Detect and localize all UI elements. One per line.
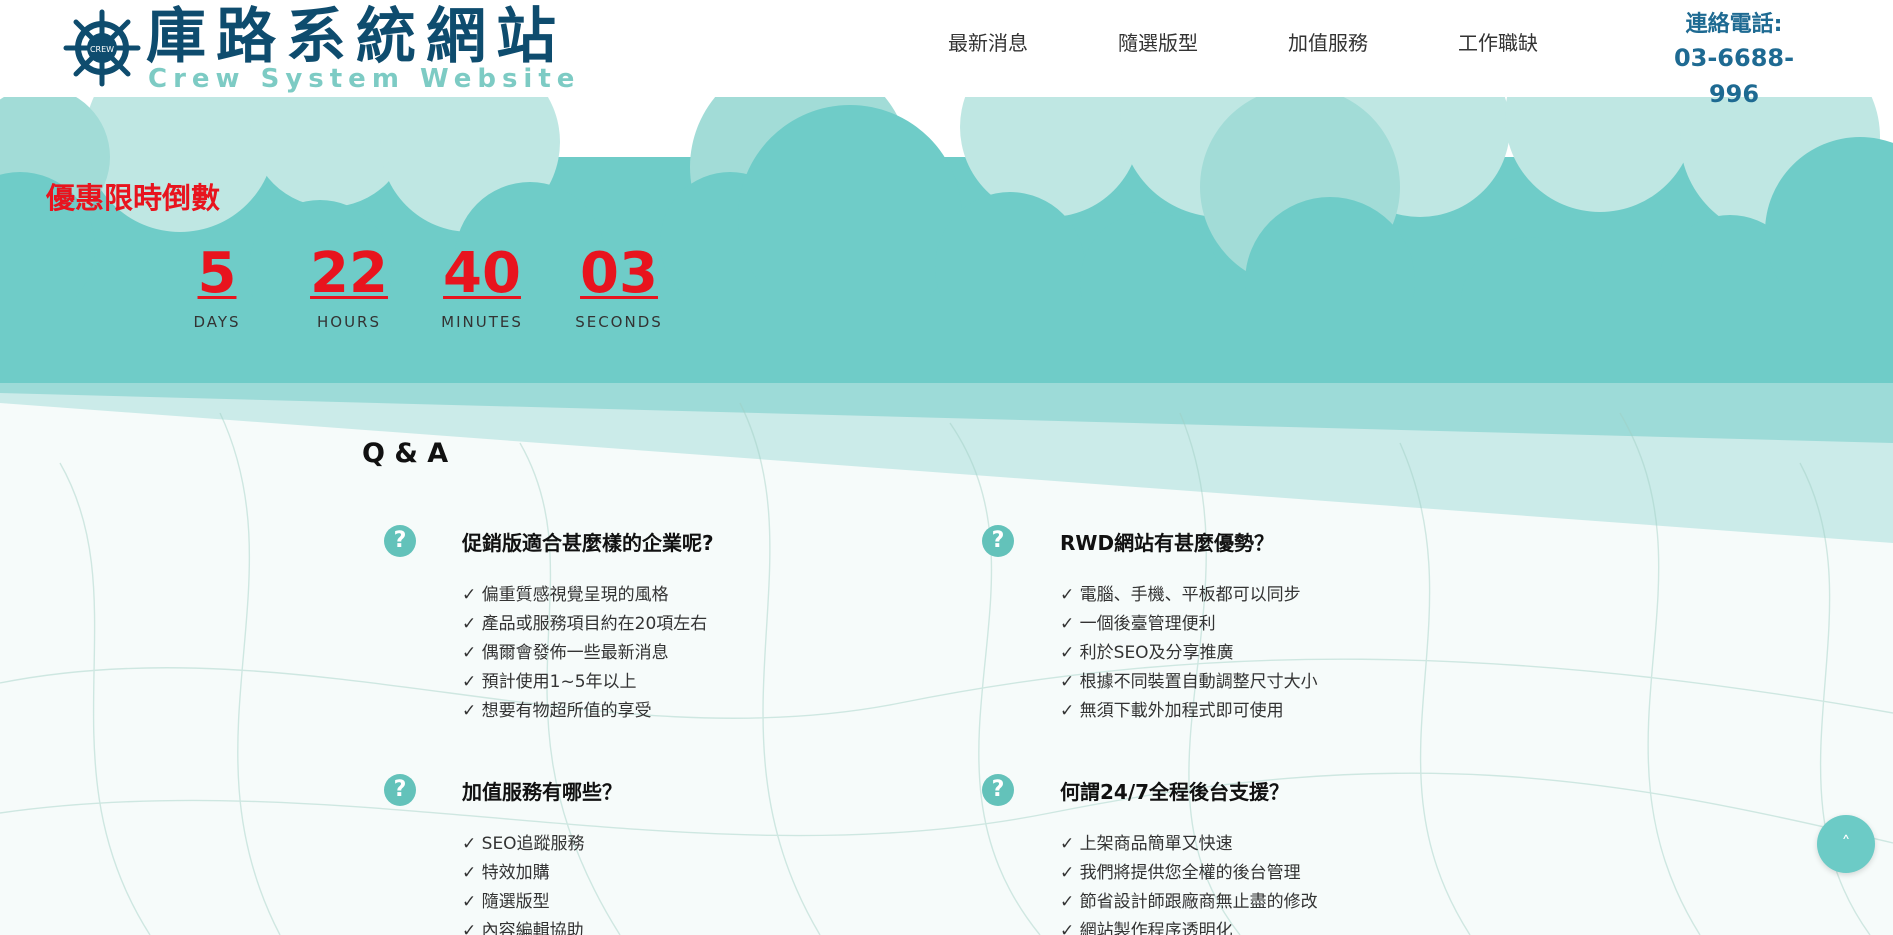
- qa-question: 何謂24/7全程後台支援？: [1060, 780, 1290, 804]
- countdown-value: 22: [310, 241, 388, 306]
- qa-answer: ✓ 上架商品簡單又快速: [1060, 834, 1233, 854]
- countdown-value: 5: [197, 241, 237, 306]
- qa-answer: ✓ 想要有物超所值的享受: [462, 701, 652, 721]
- countdown-minutes: 40 MINUTES: [412, 241, 552, 332]
- qa-section: Q & A ? 促銷版適合甚麼樣的企業呢? ✓ 偏重質感視覺呈現的風格 ✓ 產品…: [0, 383, 1893, 935]
- qa-answer: ✓ 預計使用1~5年以上: [462, 672, 637, 692]
- qa-answer: ✓ 產品或服務項目約在20項左右: [462, 614, 708, 634]
- qa-answer: ✓ 利於SEO及分享推廣: [1060, 643, 1234, 663]
- qa-answer: ✓ 偏重質感視覺呈現的風格: [462, 585, 669, 605]
- contact-info: 連絡電話: 03-6688-996: [1654, 10, 1814, 112]
- nav-item-jobs[interactable]: 工作職缺: [1458, 28, 1628, 58]
- logo-subtitle: Crew System Website: [148, 64, 581, 94]
- qa-answer: ✓ 根據不同裝置自動調整尺寸大小: [1060, 672, 1318, 692]
- qa-answer-list: ✓ 上架商品簡單又快速 ✓ 我們將提供您全權的後台管理 ✓ 節省設計師跟廠商無止…: [1060, 830, 1318, 935]
- qa-answer: ✓ 節省設計師跟廠商無止盡的修改: [1060, 892, 1318, 912]
- site-logo[interactable]: CREW 庫路系統網站 Crew System Website: [62, 2, 574, 94]
- qa-answer: ✓ 特效加購: [462, 863, 550, 883]
- countdown-label: MINUTES: [441, 313, 523, 331]
- nav-item-templates[interactable]: 隨選版型: [1118, 28, 1288, 58]
- back-to-top-button[interactable]: ˄: [1817, 815, 1875, 873]
- qa-answer: ✓ 隨選版型: [462, 892, 550, 912]
- qa-answer-list: ✓ 電腦、手機、平板都可以同步 ✓ 一個後臺管理便利 ✓ 利於SEO及分享推廣 …: [1060, 581, 1318, 726]
- qa-answer: ✓ SEO追蹤服務: [462, 834, 585, 854]
- qa-answer-list: ✓ SEO追蹤服務 ✓ 特效加購 ✓ 隨選版型 ✓ 內容編輯協助: [462, 830, 585, 935]
- countdown-value: 03: [580, 241, 658, 306]
- main-nav: 最新消息 隨選版型 加值服務 工作職缺: [948, 28, 1628, 58]
- question-icon: ?: [982, 774, 1014, 806]
- countdown-days: 5 DAYS: [147, 241, 287, 332]
- question-icon: ?: [982, 525, 1014, 557]
- countdown-label: SECONDS: [575, 313, 663, 331]
- contact-label: 連絡電話:: [1685, 12, 1783, 37]
- qa-heading: Q & A: [362, 438, 449, 469]
- cloud-background: [0, 97, 1893, 383]
- qa-answer: ✓ 電腦、手機、平板都可以同步: [1060, 585, 1301, 605]
- countdown-hours: 22 HOURS: [279, 241, 419, 332]
- qa-answer-list: ✓ 偏重質感視覺呈現的風格 ✓ 產品或服務項目約在20項左右 ✓ 偶爾會發佈一些…: [462, 581, 707, 726]
- qa-question: 促銷版適合甚麼樣的企業呢?: [462, 531, 714, 555]
- qa-answer: ✓ 我們將提供您全權的後台管理: [1060, 863, 1301, 883]
- countdown-seconds: 03 SECONDS: [549, 241, 689, 332]
- chevron-up-icon: ˄: [1841, 833, 1851, 854]
- logo-title: 庫路系統網站: [146, 2, 566, 72]
- qa-answer: ✓ 網站製作程序透明化: [1060, 921, 1233, 935]
- promo-banner: 優惠限時倒數 5 DAYS 22 HOURS 40 MINUTES 03 SEC…: [0, 97, 1893, 383]
- nav-item-services[interactable]: 加值服務: [1288, 28, 1458, 58]
- countdown-label: HOURS: [316, 313, 381, 331]
- qa-question: RWD網站有甚麼優勢？: [1060, 531, 1275, 555]
- contact-phone[interactable]: 03-6688-996: [1654, 40, 1814, 112]
- question-icon: ?: [384, 774, 416, 806]
- countdown-value: 40: [443, 241, 521, 306]
- qa-answer: ✓ 一個後臺管理便利: [1060, 614, 1216, 634]
- qa-answer: ✓ 內容編輯協助: [462, 921, 584, 935]
- site-header: CREW 庫路系統網站 Crew System Website 最新消息 隨選版…: [0, 0, 1893, 108]
- nav-item-news[interactable]: 最新消息: [948, 28, 1118, 58]
- qa-answer: ✓ 偶爾會發佈一些最新消息: [462, 643, 669, 663]
- countdown-label: DAYS: [193, 313, 241, 331]
- logo-emblem-text: CREW: [90, 45, 114, 54]
- qa-answer: ✓ 無須下載外加程式即可使用: [1060, 701, 1284, 721]
- promo-title: 優惠限時倒數: [46, 181, 221, 215]
- question-icon: ?: [384, 525, 416, 557]
- qa-question: 加值服務有哪些？: [462, 780, 622, 804]
- ship-wheel-icon: CREW: [63, 9, 141, 87]
- smoke-background: [0, 383, 1893, 935]
